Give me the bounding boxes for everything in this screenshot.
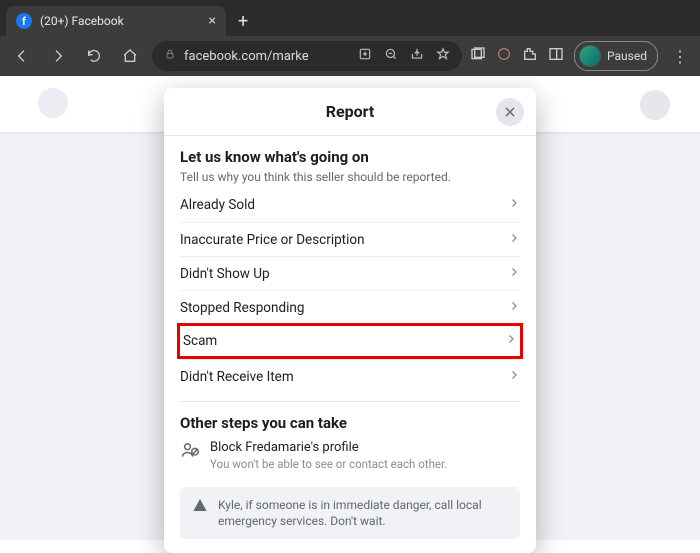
report-option[interactable]: Didn't Receive Item	[180, 359, 520, 393]
menu-kebab-icon[interactable]: ⋮	[668, 47, 692, 66]
modal-title: Report	[326, 102, 375, 121]
block-sub: You won't be able to see or contact each…	[210, 457, 447, 471]
modal-heading: Let us know what's going on	[180, 148, 520, 166]
fb-logo-placeholder	[38, 88, 68, 118]
report-option-label: Stopped Responding	[180, 300, 304, 316]
lock-icon	[164, 48, 176, 64]
modal-header: Report	[164, 88, 536, 136]
window-titlebar: f (20+) Facebook × +	[0, 0, 700, 36]
warning-icon	[192, 497, 208, 517]
window-controls	[598, 0, 700, 36]
report-modal: Report Let us know what's going on Tell …	[164, 88, 536, 553]
home-button[interactable]	[116, 42, 144, 70]
facebook-favicon: f	[16, 13, 32, 29]
modal-intro: Let us know what's going on Tell us why …	[164, 136, 536, 188]
chevron-right-icon	[508, 300, 520, 316]
block-profile-row[interactable]: Block Fredamarie's profile You won't be …	[164, 434, 536, 481]
toolbar-right: Paused ⋮	[470, 41, 692, 71]
zoom-out-icon[interactable]	[384, 47, 398, 65]
report-option-label: Didn't Show Up	[180, 266, 270, 282]
page-content: Report Let us know what's going on Tell …	[0, 76, 700, 540]
other-steps-heading: Other steps you can take	[164, 402, 536, 434]
tab-title: (20+) Facebook	[40, 14, 124, 28]
report-option[interactable]: Didn't Show Up	[180, 256, 520, 290]
chevron-right-icon	[508, 266, 520, 282]
report-option[interactable]: Stopped Responding	[180, 290, 520, 324]
report-options-list: Already Sold Inaccurate Price or Descript…	[164, 188, 536, 393]
report-option[interactable]: Scam	[177, 323, 523, 359]
block-title: Block Fredamarie's profile	[210, 440, 447, 455]
modal-subheading: Tell us why you think this seller should…	[180, 170, 520, 184]
report-option-label: Inaccurate Price or Description	[180, 232, 365, 248]
extension-icon[interactable]	[496, 46, 512, 66]
browser-toolbar: facebook.com/marke Paused ⋮	[0, 36, 700, 76]
chevron-right-icon	[508, 369, 520, 385]
chevron-right-icon	[505, 333, 517, 349]
forward-button[interactable]	[44, 42, 72, 70]
bookmark-star-icon[interactable]	[436, 47, 450, 65]
report-option-label: Didn't Receive Item	[180, 369, 294, 385]
panel-icon[interactable]	[548, 46, 564, 66]
install-icon[interactable]	[358, 47, 372, 65]
emergency-warning: Kyle, if someone is in immediate danger,…	[180, 487, 520, 539]
report-option[interactable]: Inaccurate Price or Description	[180, 222, 520, 256]
omnibox-actions	[358, 47, 450, 65]
address-bar[interactable]: facebook.com/marke	[152, 41, 462, 71]
close-modal-button[interactable]	[496, 98, 524, 126]
url-text: facebook.com/marke	[184, 49, 309, 64]
collections-icon[interactable]	[470, 46, 486, 66]
browser-tab[interactable]: f (20+) Facebook ×	[6, 6, 226, 36]
profile-paused-pill[interactable]: Paused	[574, 41, 658, 71]
chevron-right-icon	[508, 232, 520, 248]
report-option[interactable]: Already Sold	[180, 188, 520, 222]
block-person-icon	[180, 440, 200, 471]
report-option-label: Already Sold	[180, 197, 255, 213]
report-option-label: Scam	[183, 333, 217, 349]
paused-label: Paused	[607, 49, 647, 63]
close-tab-icon[interactable]: ×	[209, 13, 216, 29]
close-icon	[503, 105, 517, 119]
extensions-puzzle-icon[interactable]	[522, 46, 538, 66]
avatar-icon	[579, 45, 601, 67]
warning-text: Kyle, if someone is in immediate danger,…	[218, 497, 508, 529]
back-button[interactable]	[8, 42, 36, 70]
reload-button[interactable]	[80, 42, 108, 70]
topbar-button-placeholder	[640, 90, 670, 120]
new-tab-button[interactable]: +	[226, 6, 260, 36]
chevron-right-icon	[508, 197, 520, 213]
block-text: Block Fredamarie's profile You won't be …	[210, 440, 447, 471]
share-icon[interactable]	[410, 47, 424, 65]
